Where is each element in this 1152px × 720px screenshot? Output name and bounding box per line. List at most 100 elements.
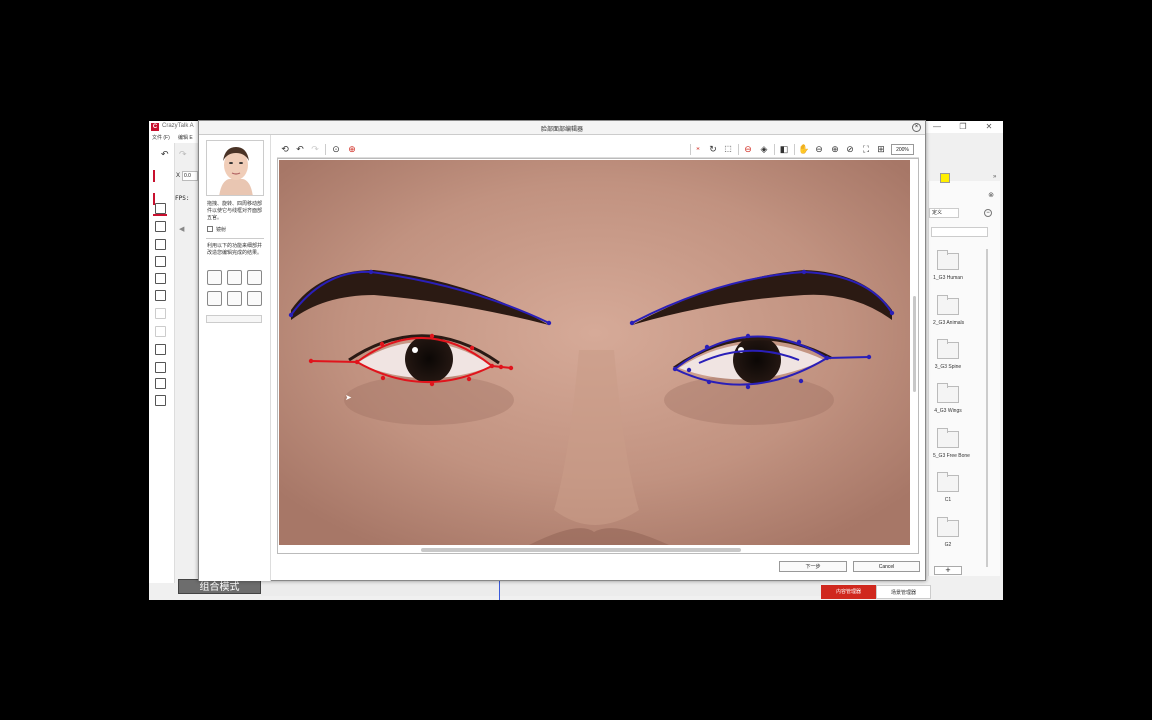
expand-icon[interactable]: »: [993, 174, 996, 180]
instruction-text-2: 利用以下的功能来细部并改造您编辑完成的结果。: [207, 243, 263, 256]
undo-icon[interactable]: ↶: [294, 143, 306, 155]
fps-label: FPS:: [175, 195, 190, 202]
close-icon[interactable]: ⊗: [988, 191, 994, 199]
adjust-tool-icon[interactable]: [227, 291, 242, 306]
sidebar-slider[interactable]: [206, 315, 262, 323]
toolbar-separator: [794, 144, 795, 155]
tool-layout-icon[interactable]: [155, 378, 166, 389]
folder-item[interactable]: 3_G3 Spine: [933, 339, 963, 370]
cancel-button[interactable]: Cancel: [853, 561, 920, 572]
folder-icon: [937, 428, 959, 448]
color-swatch[interactable]: [940, 173, 950, 183]
canvas-vertical-scrollbar[interactable]: [913, 296, 916, 392]
undo-icon[interactable]: ↶: [161, 149, 169, 160]
toolbar-accent: [153, 214, 167, 216]
folder-icon: [937, 250, 959, 270]
adjust-tool-icon[interactable]: [247, 270, 262, 285]
dialog-titlebar: 脸部面部编辑器 ×: [199, 121, 925, 135]
rotate-icon[interactable]: ⊙: [330, 143, 342, 155]
redo-icon[interactable]: ↷: [309, 143, 321, 155]
adjust-tool-icon[interactable]: [207, 291, 222, 306]
rotate-icon[interactable]: ↻: [707, 143, 719, 155]
folder-label: 2_G3 Animals: [933, 320, 965, 326]
folder-item[interactable]: G2: [933, 517, 963, 548]
lips-icon[interactable]: ⊖: [742, 143, 754, 155]
toolbar-accent: [153, 170, 155, 182]
minimize-button[interactable]: —: [924, 121, 950, 133]
tool-face-icon[interactable]: [155, 221, 166, 232]
tool-grid-icon[interactable]: [155, 362, 166, 373]
app-title: CrazyTalk A: [162, 123, 194, 129]
actual-size-icon[interactable]: ⊞: [875, 143, 887, 155]
timeline-marker[interactable]: [499, 579, 500, 600]
scale-icon[interactable]: ⬚: [722, 143, 734, 155]
toolbar-separator: [325, 144, 326, 155]
folder-item[interactable]: 4_G3 Wings: [933, 383, 963, 414]
tool-pose-icon[interactable]: [155, 290, 166, 301]
folder-item[interactable]: C1: [933, 472, 963, 503]
collapse-icon[interactable]: −: [984, 209, 992, 217]
zoom-out-icon[interactable]: ⊖: [813, 143, 825, 155]
tool-disabled-icon: [155, 326, 166, 337]
face-canvas[interactable]: [279, 160, 910, 545]
dialog-title: 脸部面部编辑器: [540, 127, 583, 133]
adjust-tool-icon[interactable]: [207, 270, 222, 285]
dialog-toolbar: ⟲ ↶ ↷ ⊙ ⊕ ⁎ ↻ ⬚ ⊖ ◈ ◧ ✋ ⊖ ⊕ ⊘ ⛶ ⊞ 200%: [277, 141, 919, 158]
zoom-level-field[interactable]: 200%: [891, 144, 914, 155]
zoom-in-icon[interactable]: ⊕: [829, 143, 841, 155]
folder-icon: [937, 472, 959, 492]
folder-icon: [937, 383, 959, 403]
play-icon[interactable]: ◀: [179, 225, 184, 233]
reset-icon[interactable]: ⟲: [279, 143, 291, 155]
timeline-strip[interactable]: [261, 579, 821, 596]
app-logo-icon: C: [151, 123, 159, 131]
folder-icon: [937, 339, 959, 359]
dialog-close-button[interactable]: ×: [912, 123, 921, 132]
adjust-tool-icon[interactable]: [227, 270, 242, 285]
menu-file[interactable]: 文件 (F): [152, 134, 170, 141]
mirror-label: 镜射: [216, 227, 227, 233]
redo-icon[interactable]: ↷: [179, 149, 187, 160]
folder-label: 4_G3 Wings: [934, 408, 962, 414]
pan-hand-icon[interactable]: ✋: [798, 143, 810, 155]
divider: [206, 238, 264, 239]
close-app-button[interactable]: ✕: [976, 121, 1002, 133]
add-button[interactable]: +: [934, 566, 962, 575]
next-button[interactable]: 下一步: [779, 561, 847, 572]
composition-mode-button[interactable]: 组合模式: [178, 579, 261, 594]
tool-prop-icon[interactable]: [155, 344, 166, 355]
tool-move-icon[interactable]: [155, 203, 166, 214]
maximize-button[interactable]: ❐: [950, 121, 976, 133]
tab-scene-manager[interactable]: 场景管理器: [876, 585, 931, 599]
tab-content-manager[interactable]: 内容管理器: [821, 585, 876, 599]
tool-body-icon[interactable]: [155, 256, 166, 267]
menu-edit[interactable]: 编辑 E: [178, 134, 193, 141]
adjust-tool-icon[interactable]: [247, 291, 262, 306]
folder-item[interactable]: 5_G3 Free Bone: [933, 428, 970, 459]
target-icon[interactable]: ⊕: [346, 143, 358, 155]
tool-mask-icon[interactable]: [155, 239, 166, 250]
canvas-horizontal-scrollbar[interactable]: [421, 548, 741, 552]
face-fitting-dialog: 脸部面部编辑器 × 拖拽、旋转、四周移动部件以使它与线框对齐面部五官。 镜射 利…: [198, 120, 926, 581]
folder-icon: [937, 295, 959, 315]
content-panel: ⊗ 定义 − 1_G3 Human 2_G3 Animals 3_G3 Spin…: [928, 181, 1000, 576]
tool-bone-icon[interactable]: [155, 273, 166, 284]
x-label: X: [176, 173, 181, 179]
mask-icon[interactable]: ◈: [758, 143, 770, 155]
folder-label: G2: [944, 542, 952, 548]
compare-icon[interactable]: ◧: [778, 143, 790, 155]
folder-item[interactable]: 2_G3 Animals: [933, 295, 965, 326]
zoom-select-icon[interactable]: ⊘: [844, 143, 856, 155]
search-input[interactable]: [931, 227, 988, 237]
tab-definition[interactable]: 定义: [929, 208, 959, 218]
x-field[interactable]: 0.0: [182, 171, 198, 181]
folder-item[interactable]: 1_G3 Human: [933, 250, 963, 281]
fit-view-icon[interactable]: ⛶: [860, 143, 872, 155]
toolbar-separator: [690, 144, 691, 155]
pick-point-icon[interactable]: ⁎: [692, 143, 704, 155]
instruction-text: 拖拽、旋转、四周移动部件以使它与线框对齐面部五官。: [207, 201, 263, 221]
tool-export-icon[interactable]: [155, 395, 166, 406]
mirror-checkbox[interactable]: [207, 226, 213, 232]
left-toolbar: [149, 143, 175, 583]
panel-scrollbar[interactable]: [986, 249, 988, 567]
